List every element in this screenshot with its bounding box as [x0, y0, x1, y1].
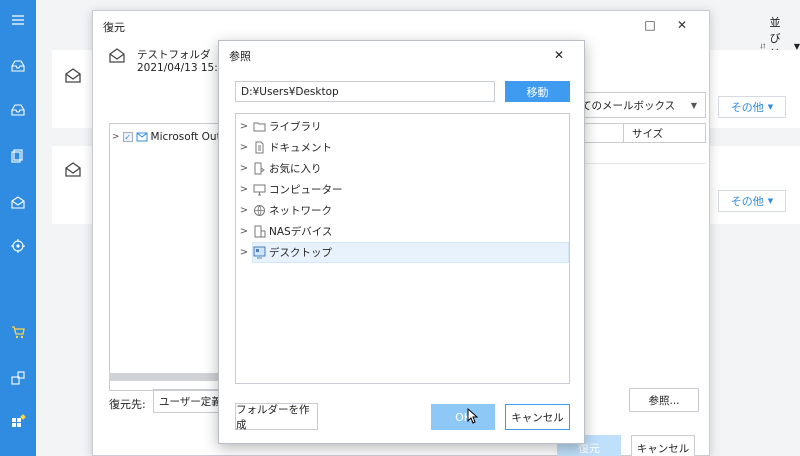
restore-window-title: 復元 — [103, 21, 125, 34]
destination-select[interactable]: ユーザー定義パス — [153, 389, 221, 413]
folder-node-label: デスクトップ — [269, 247, 332, 259]
chevron-right-icon[interactable]: > — [236, 205, 252, 216]
backup-mail-icon[interactable] — [0, 54, 36, 78]
mailbox-filter-value: てのメールボックス — [581, 99, 676, 112]
horizontal-scrollbar[interactable] — [109, 373, 221, 381]
maximize-icon[interactable]: □ — [639, 15, 661, 35]
folder-tree: > ライブラリ > ドキュメント > お気に入り > コンピューター > ネット… — [235, 113, 570, 384]
folder-node-label: コンピューター — [269, 184, 343, 196]
outlook-icon — [136, 132, 148, 142]
ok-button[interactable]: OK — [431, 404, 495, 430]
mouse-pointer-icon — [467, 408, 479, 424]
folder-node-label: お気に入り — [269, 163, 322, 175]
desktop-icon — [252, 246, 266, 260]
path-input[interactable] — [235, 81, 495, 102]
folder-node-label: ドキュメント — [269, 142, 332, 154]
folder-node-label: ネットワーク — [269, 205, 332, 217]
folder-node-desktop[interactable]: > デスクトップ — [236, 242, 569, 263]
move-button[interactable]: 移動 — [505, 81, 570, 102]
folder-node-documents[interactable]: > ドキュメント — [236, 137, 569, 158]
destination-label: 復元先: — [109, 398, 146, 411]
browse-dialog: 参照 ✕ 移動 > ライブラリ > ドキュメント > お気に入り > コンピュー… — [218, 40, 585, 444]
folder-node-network[interactable]: > ネットワーク — [236, 200, 569, 221]
column-size-header[interactable]: サイズ — [624, 124, 663, 142]
tree-item-label: Microsoft Outl — [150, 131, 224, 143]
chevron-right-icon[interactable]: > — [236, 163, 252, 174]
chevron-right-icon[interactable]: > — [236, 142, 252, 153]
left-sidebar — [0, 0, 36, 456]
inbox-icon[interactable] — [0, 98, 36, 122]
folder-node-computer[interactable]: > コンピューター — [236, 179, 569, 200]
chevron-right-icon[interactable]: > — [236, 121, 252, 132]
menu-icon[interactable] — [0, 8, 36, 32]
other-label: その他 — [730, 101, 764, 114]
folder-node-nas[interactable]: > NASデバイス — [236, 221, 569, 242]
mail-open-icon — [65, 162, 81, 177]
folder-node-library[interactable]: > ライブラリ — [236, 116, 569, 137]
grid-row — [578, 143, 706, 164]
checkbox[interactable]: ✓ — [122, 132, 133, 142]
chevron-right-icon[interactable]: > — [236, 226, 252, 237]
folder-node-label: ライブラリ — [269, 121, 322, 133]
computer-icon — [252, 183, 266, 197]
target-icon[interactable] — [0, 234, 36, 258]
cancel-button[interactable]: キャンセル — [505, 404, 570, 430]
restore-cancel-button[interactable]: キャンセル — [631, 435, 695, 456]
mailbox-tree: > ✓ Microsoft Outl — [109, 123, 224, 391]
folder-datetime: 2021/04/13 15:21 — [137, 62, 232, 74]
caret-down-icon: ▼ — [767, 197, 774, 205]
mail-open-icon — [109, 48, 125, 63]
chevron-right-icon[interactable]: > — [112, 132, 120, 142]
network-icon — [252, 204, 266, 218]
folder-icon — [252, 120, 266, 134]
caret-down-icon: ▼ — [767, 103, 774, 111]
folder-node-label: NASデバイス — [269, 226, 333, 238]
copy-icon[interactable] — [0, 144, 36, 168]
transfer-icon[interactable] — [0, 366, 36, 390]
mail-icon[interactable] — [0, 190, 36, 214]
mailbox-filter-select[interactable]: てのメールボックス ▼ — [578, 92, 706, 118]
grid-header: サイズ — [578, 123, 706, 143]
create-folder-button[interactable]: フォルダーを作成 — [235, 403, 318, 431]
tree-item[interactable]: > ✓ Microsoft Outl — [112, 128, 224, 146]
other-label: その他 — [730, 195, 764, 208]
close-icon[interactable]: ✕ — [671, 15, 693, 35]
other-button[interactable]: その他 ▼ — [718, 96, 786, 118]
chevron-right-icon[interactable]: > — [236, 184, 252, 195]
browse-dialog-title: 参照 — [229, 50, 251, 63]
mail-open-icon — [65, 68, 81, 83]
folder-node-favorites[interactable]: > お気に入り — [236, 158, 569, 179]
caret-down-icon: ▼ — [690, 100, 697, 110]
close-icon[interactable]: ✕ — [549, 45, 569, 65]
cart-icon[interactable] — [0, 320, 36, 344]
nas-icon — [252, 225, 266, 239]
folder-name: テストフォルダ — [137, 49, 211, 61]
favorites-icon — [252, 162, 266, 176]
other-button[interactable]: その他 ▼ — [718, 190, 786, 212]
apps-icon[interactable] — [0, 410, 36, 434]
document-icon — [252, 141, 266, 155]
chevron-right-icon[interactable]: > — [236, 247, 252, 258]
browse-button[interactable]: 参照... — [629, 388, 699, 412]
